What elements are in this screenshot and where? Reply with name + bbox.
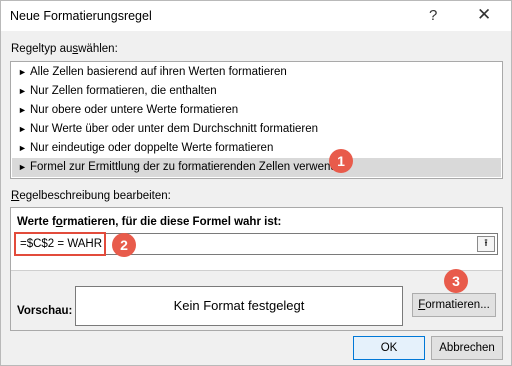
- rule-description-panel: Werte formatieren, für die diese Formel …: [10, 207, 503, 331]
- cancel-button[interactable]: Abbrechen: [431, 336, 503, 360]
- collapse-dialog-icon[interactable]: ⭱: [477, 236, 495, 252]
- rule-type-item-selected[interactable]: ► Formel zur Ermittlung der zu formatiere…: [12, 158, 501, 177]
- format-button[interactable]: Formatieren...: [412, 293, 496, 317]
- rule-type-item[interactable]: ► Nur Zellen formatieren, die enthalten: [12, 82, 501, 101]
- rule-type-item[interactable]: ► Nur eindeutige oder doppelte Werte form…: [12, 139, 501, 158]
- annotation-badge-3: 3: [444, 269, 468, 293]
- bullet-arrow-icon: ►: [18, 124, 27, 134]
- close-icon[interactable]: ✕: [477, 5, 491, 25]
- formula-label: Werte formatieren, für die diese Formel …: [17, 216, 282, 228]
- bullet-arrow-icon: ►: [18, 86, 27, 96]
- rule-description-label: Regelbeschreibung bearbeiten:: [11, 190, 171, 202]
- help-icon[interactable]: ?: [429, 7, 437, 24]
- bullet-arrow-icon: ►: [18, 105, 27, 115]
- rule-type-item[interactable]: ► Alle Zellen basierend auf ihren Werten …: [12, 63, 501, 82]
- new-formatting-rule-dialog: Neue Formatierungsregel ? ✕ Regeltyp aus…: [0, 0, 512, 366]
- ok-button[interactable]: OK: [353, 336, 425, 360]
- title-bar: Neue Formatierungsregel ? ✕: [1, 1, 511, 31]
- rule-type-label: Regeltyp auswählen:: [11, 43, 118, 55]
- bullet-arrow-icon: ►: [18, 143, 27, 153]
- rule-type-item[interactable]: ► Nur obere oder untere Werte formatieren: [12, 101, 501, 120]
- bullet-arrow-icon: ►: [18, 67, 27, 77]
- bullet-arrow-icon: ►: [18, 162, 27, 172]
- preview-label: Vorschau:: [17, 305, 73, 317]
- rule-type-list[interactable]: ► Alle Zellen basierend auf ihren Werten …: [10, 61, 503, 179]
- annotation-badge-2: 2: [112, 233, 136, 257]
- preview-box: Kein Format festgelegt: [75, 286, 403, 326]
- formula-section: Werte formatieren, für die diese Formel …: [11, 208, 502, 271]
- window-title: Neue Formatierungsregel: [10, 9, 152, 23]
- annotation-badge-1: 1: [329, 149, 353, 173]
- formula-highlight-box: [14, 232, 106, 256]
- rule-type-item[interactable]: ► Nur Werte über oder unter dem Durchschn…: [12, 120, 501, 139]
